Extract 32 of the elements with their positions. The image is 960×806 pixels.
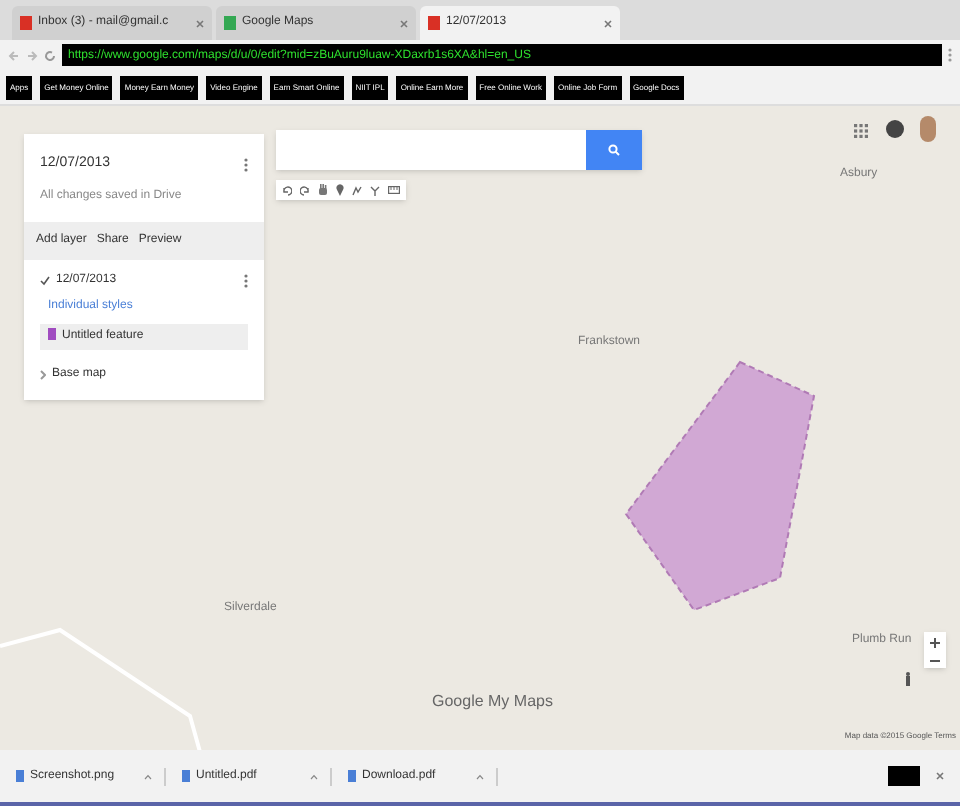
pin-icon[interactable] — [336, 184, 344, 196]
favicon-icon — [224, 16, 236, 30]
branding-text: Google My Maps — [432, 690, 553, 714]
caret-icon — [476, 773, 484, 779]
caret-icon — [40, 369, 46, 379]
close-icon[interactable] — [936, 772, 944, 780]
line-icon[interactable] — [352, 185, 362, 195]
favicon-icon — [428, 16, 440, 30]
undo-icon[interactable] — [282, 185, 292, 195]
file-icon — [16, 770, 24, 782]
favicon-icon — [20, 16, 32, 30]
caret-icon — [144, 773, 152, 779]
search-icon — [608, 144, 620, 156]
close-icon[interactable] — [196, 19, 204, 27]
shape-icon — [48, 327, 56, 339]
ruler-icon[interactable] — [388, 186, 400, 194]
reload-icon[interactable] — [44, 49, 56, 61]
close-icon[interactable] — [400, 19, 408, 27]
close-icon[interactable] — [604, 19, 612, 27]
apps-icon[interactable] — [854, 124, 868, 138]
plus-icon[interactable] — [930, 638, 940, 648]
redo-icon[interactable] — [300, 185, 310, 195]
avatar-icon[interactable] — [920, 116, 936, 142]
caret-icon — [310, 773, 318, 779]
file-icon — [182, 770, 190, 782]
route-icon[interactable] — [370, 185, 380, 195]
hand-icon[interactable] — [318, 184, 328, 196]
file-icon — [348, 770, 356, 782]
checkbox[interactable] — [40, 275, 50, 285]
pegman-icon[interactable] — [904, 672, 912, 686]
search-button[interactable] — [586, 130, 642, 170]
search-field[interactable] — [276, 130, 586, 170]
